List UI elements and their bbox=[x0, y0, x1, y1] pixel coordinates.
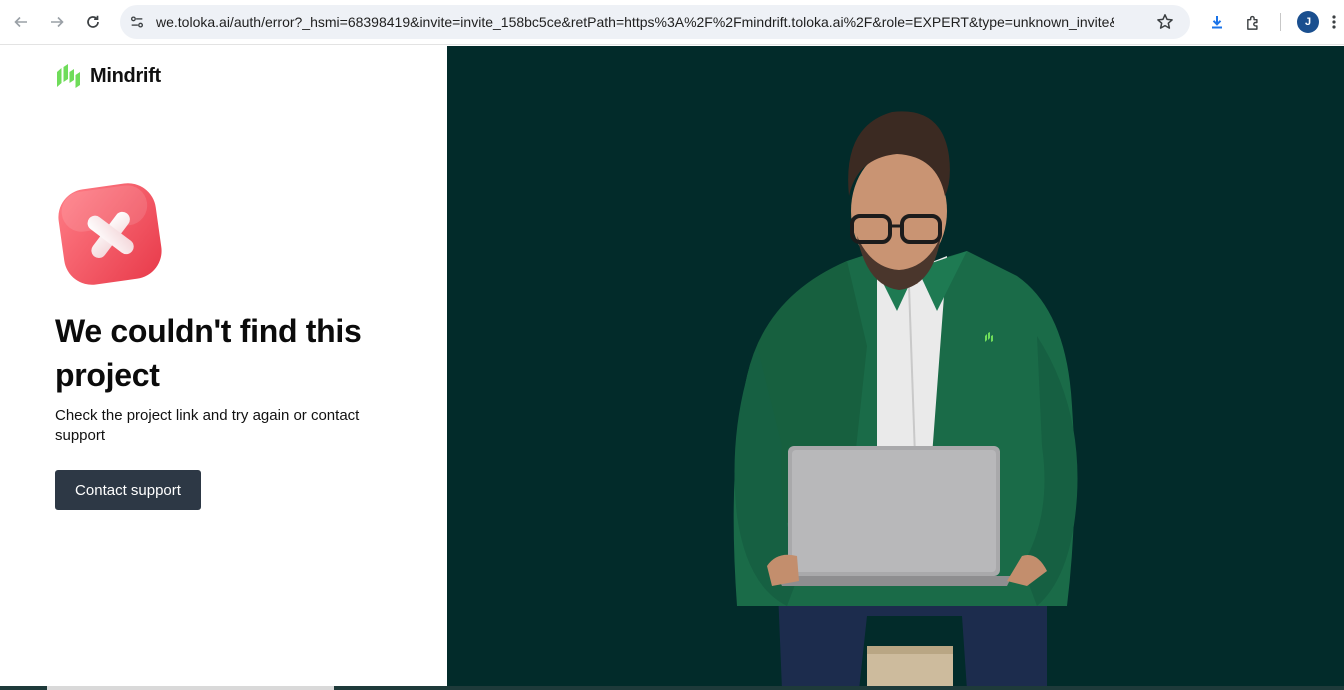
download-icon[interactable] bbox=[1206, 11, 1228, 33]
bottom-scrollbar bbox=[0, 686, 1344, 690]
site-info-icon[interactable] bbox=[128, 13, 146, 31]
menu-icon[interactable] bbox=[1327, 11, 1341, 33]
error-message: Check the project link and try again or … bbox=[55, 407, 360, 444]
bookmark-star-icon[interactable] bbox=[1156, 13, 1174, 31]
reload-icon[interactable] bbox=[82, 11, 104, 33]
brand-logo-link[interactable]: Mindrift bbox=[55, 63, 161, 89]
extensions-icon[interactable] bbox=[1242, 11, 1264, 33]
hero-panel bbox=[447, 46, 1344, 690]
hero-person-with-laptop-image bbox=[733, 111, 1078, 690]
brand-name: Mindrift bbox=[90, 64, 161, 87]
mindrift-logo-icon bbox=[57, 64, 80, 88]
url-text[interactable]: we.toloka.ai/auth/error?_hsmi=68398419&i… bbox=[156, 14, 1114, 30]
error-panel: Mindrift We couldn't find this project C… bbox=[0, 46, 447, 690]
browser-toolbar: we.toloka.ai/auth/error?_hsmi=68398419&i… bbox=[0, 0, 1344, 45]
address-bar[interactable]: we.toloka.ai/auth/error?_hsmi=68398419&i… bbox=[120, 5, 1190, 39]
error-x-icon bbox=[58, 183, 162, 285]
contact-support-button[interactable]: Contact support bbox=[55, 470, 201, 510]
page-title: We couldn't find this project bbox=[55, 313, 362, 393]
forward-icon[interactable] bbox=[46, 11, 68, 33]
toolbar-separator bbox=[1280, 13, 1281, 31]
back-icon[interactable] bbox=[10, 11, 32, 33]
profile-avatar[interactable]: J bbox=[1297, 11, 1319, 33]
scrollbar-thumb[interactable] bbox=[47, 686, 334, 690]
